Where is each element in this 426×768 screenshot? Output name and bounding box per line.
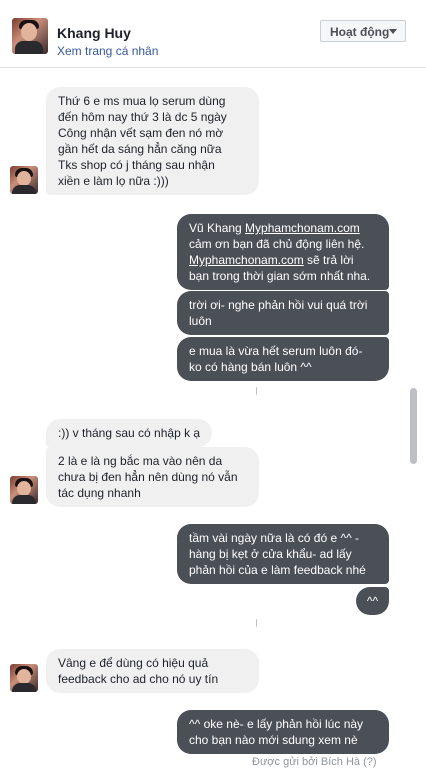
incoming-message: Vâng e để dùng có hiệu quả feedback cho …	[46, 649, 259, 693]
message-line: ko có hàng bán luôn ^^	[189, 360, 312, 374]
message-text: Vũ Khang	[189, 221, 246, 235]
chevron-down-icon	[389, 29, 397, 34]
incoming-message: Thứ 6 e ms mua lọ serum dùng đến hôm nay…	[46, 87, 259, 195]
seen-indicator	[256, 387, 257, 395]
message-line: tác dụng nhanh	[58, 486, 141, 500]
outgoing-message: ^^ oke nè- e lấy phản hồi lúc này cho bạ…	[177, 710, 389, 754]
message-line: Vâng e để dùng có hiệu quả	[58, 656, 209, 670]
incoming-message: :)) v tháng sau có nhập k ạ	[46, 419, 213, 447]
message-line: xiền e làm lọ nữa :)))	[58, 174, 169, 188]
contact-avatar-small[interactable]	[10, 476, 38, 504]
website-link[interactable]: Myphamchonam.com	[245, 221, 360, 235]
sent-by-label: Được gửi bởi Bích Hà (?)	[252, 756, 377, 768]
message-line: Thứ 6 e ms mua lọ serum dùng	[58, 94, 226, 108]
status-label: Hoạt động	[330, 25, 390, 39]
chat-header: Khang Huy Xem trang cá nhân Hoạt động	[0, 0, 426, 68]
message-line: tầm vài ngày nữa là có đó e ^^ -	[189, 531, 360, 545]
contact-avatar-small[interactable]	[10, 664, 38, 692]
message-line: trời ơi- nghe phản hồi vui quá trời	[189, 298, 368, 312]
message-line: 2 là e là ng bắc ma vào nên da	[58, 454, 223, 468]
message-text: sẽ trả lời	[303, 253, 354, 267]
message-line: cho bạn nào mới sdung xem nè	[189, 733, 358, 747]
message-line: luôn	[189, 314, 212, 328]
scrollbar-thumb[interactable]	[410, 388, 417, 464]
message-line: ^^ oke nè- e lấy phản hồi lúc này	[189, 717, 364, 731]
outgoing-message: ^^	[356, 587, 389, 615]
message-line: Công nhận vết sạm đen nó mờ	[58, 126, 224, 140]
message-line: bạn trong thời gian sớm nhất nha.	[189, 269, 371, 283]
contact-name[interactable]: Khang Huy	[57, 25, 131, 41]
message-line: chưa bị đen hẳn nên dùng nó vẫn	[58, 470, 238, 484]
message-line: feedback cho ad cho nó uy tín	[58, 672, 219, 686]
message-line: phản hồi của e làm feedback nhé	[189, 563, 366, 577]
message-line: :)) v tháng sau có nhập k ạ	[58, 426, 201, 440]
message-line: hàng bị kẹt ở cửa khẩu- ad lấy	[189, 547, 352, 561]
status-dropdown-button[interactable]: Hoạt động	[320, 20, 406, 42]
outgoing-message: e mua là vừa hết serum luôn đó- ko có hà…	[177, 337, 389, 381]
message-line: ^^	[366, 594, 379, 608]
outgoing-message: trời ơi- nghe phản hồi vui quá trời luôn	[177, 291, 389, 335]
contact-avatar[interactable]	[12, 18, 48, 54]
message-line: e mua là vừa hết serum luôn đó-	[189, 344, 363, 358]
outgoing-message: Vũ Khang Myphamchonam.com cảm ơn bạn đã …	[177, 214, 389, 290]
website-link[interactable]: Myphamchonam.com	[189, 253, 304, 267]
outgoing-message: tầm vài ngày nữa là có đó e ^^ - hàng bị…	[177, 524, 389, 584]
contact-avatar-small[interactable]	[10, 166, 38, 194]
incoming-message: 2 là e là ng bắc ma vào nên da chưa bị đ…	[46, 447, 259, 507]
message-line: Tks shop có j tháng sau nhận	[58, 158, 215, 172]
seen-indicator	[256, 619, 257, 627]
message-line: đến hôm nay thứ 3 là dc 5 ngày	[58, 110, 227, 124]
message-line: cảm ơn bạn đã chủ động liên hệ.	[189, 237, 365, 251]
view-profile-link[interactable]: Xem trang cá nhân	[57, 44, 158, 58]
message-line: gần hết da sáng hẳn căng nữa	[58, 142, 222, 156]
